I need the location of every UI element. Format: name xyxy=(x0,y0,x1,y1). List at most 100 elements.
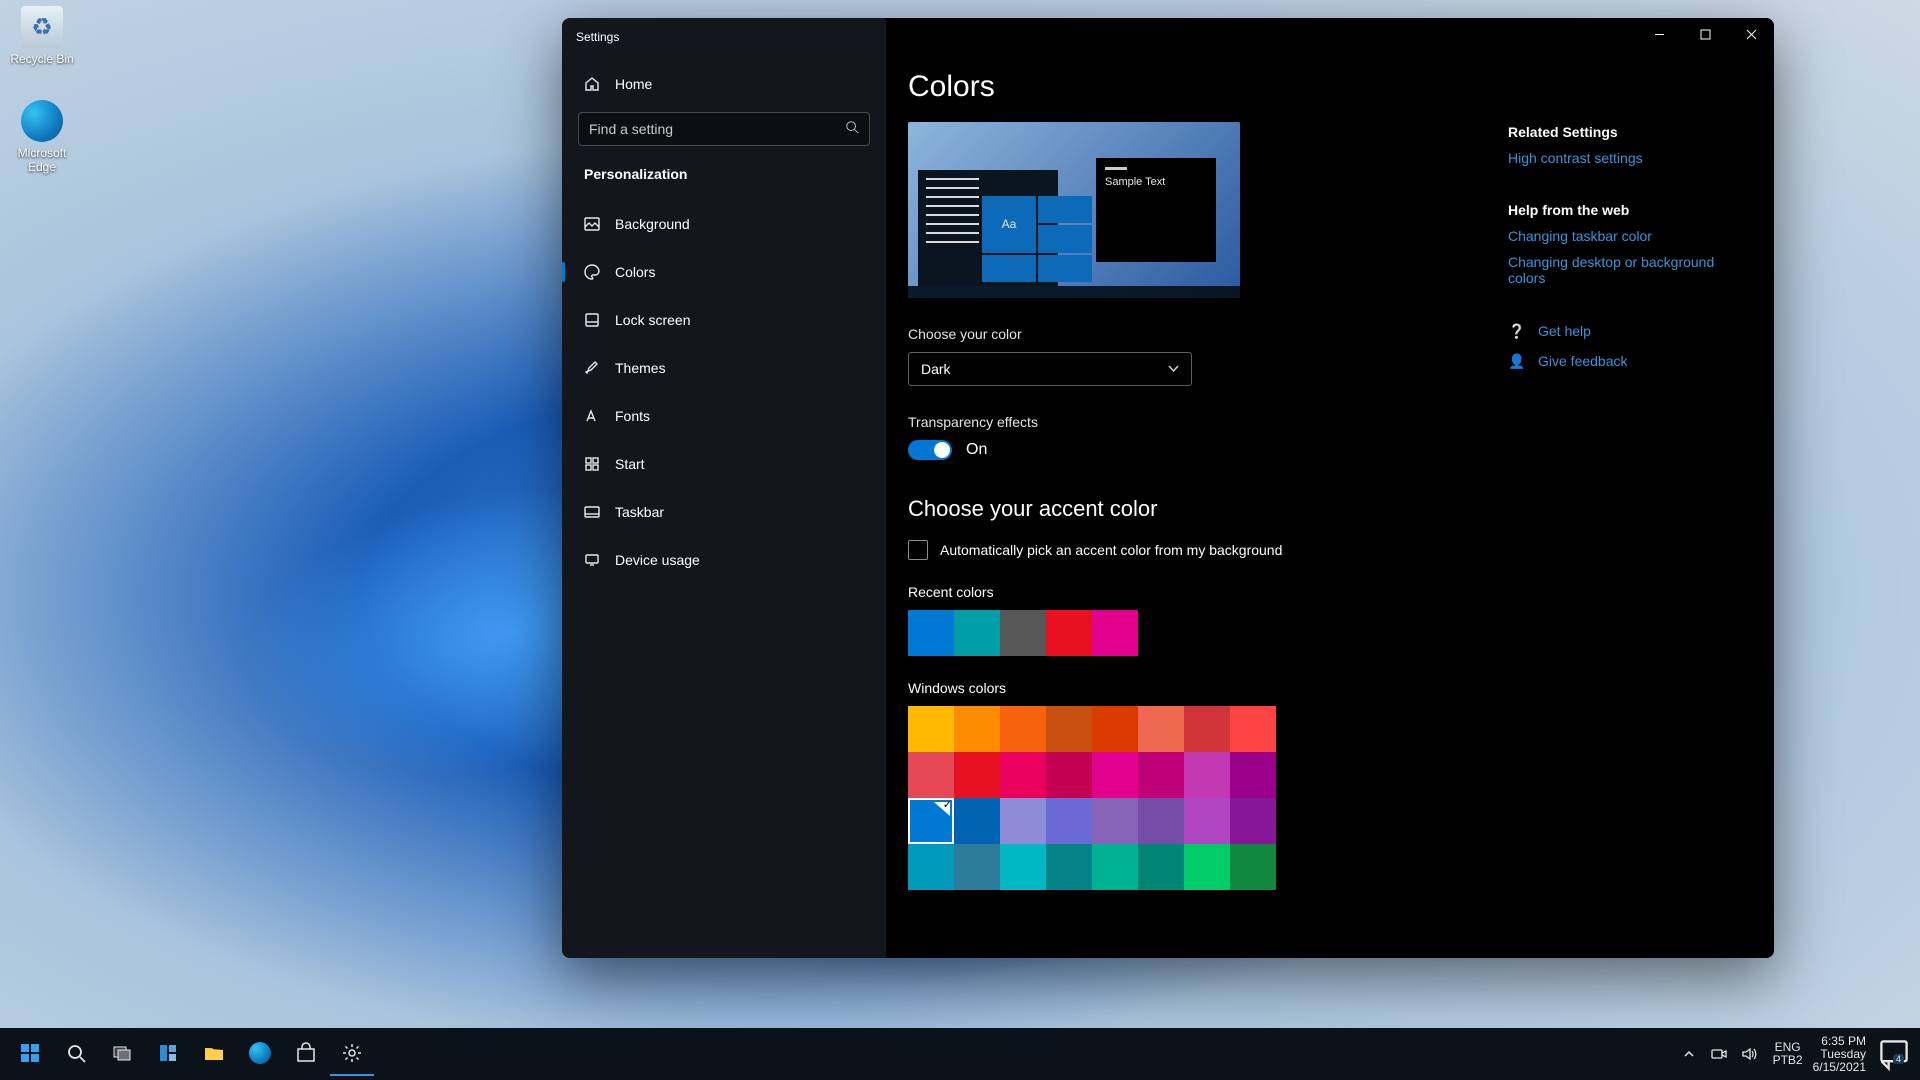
windows-color-swatch[interactable] xyxy=(1092,706,1138,752)
feedback-icon: 👤 xyxy=(1508,352,1526,370)
recent-color-swatch[interactable] xyxy=(1000,610,1046,656)
widgets-button[interactable] xyxy=(146,1032,190,1076)
edge-button[interactable] xyxy=(238,1032,282,1076)
search-icon xyxy=(845,120,859,139)
nav-item-start[interactable]: Start xyxy=(562,440,886,488)
windows-color-swatch[interactable] xyxy=(1000,706,1046,752)
volume-icon[interactable] xyxy=(1741,1046,1757,1062)
task-view-button[interactable] xyxy=(100,1032,144,1076)
device-icon xyxy=(584,552,600,568)
lockscreen-icon xyxy=(584,312,600,328)
nav-item-themes[interactable]: Themes xyxy=(562,344,886,392)
nav-item-taskbar[interactable]: Taskbar xyxy=(562,488,886,536)
system-tray xyxy=(1675,1046,1763,1062)
auto-accent-row: Automatically pick an accent color from … xyxy=(908,540,1468,560)
main-column: Aa Sample Text Choose your color Dark xyxy=(908,122,1468,890)
nav-item-lockscreen[interactable]: Lock screen xyxy=(562,296,886,344)
recent-colors-row xyxy=(908,610,1468,656)
nav-item-fonts[interactable]: Fonts xyxy=(562,392,886,440)
windows-color-swatch[interactable] xyxy=(1046,706,1092,752)
related-settings-heading: Related Settings xyxy=(1508,124,1748,140)
sidebar-section-label: Personalization xyxy=(562,156,886,192)
nav-label: Background xyxy=(615,216,690,232)
recent-color-swatch[interactable] xyxy=(1046,610,1092,656)
windows-color-swatch[interactable] xyxy=(1000,844,1046,890)
search-input[interactable] xyxy=(589,121,837,137)
preview-tile-aa: Aa xyxy=(982,196,1036,253)
clock[interactable]: 6:35 PM Tuesday 6/15/2021 xyxy=(1813,1035,1866,1074)
store-button[interactable] xyxy=(284,1032,328,1076)
windows-color-swatch[interactable] xyxy=(954,798,1000,844)
home-icon xyxy=(584,76,600,92)
dropdown-value: Dark xyxy=(921,361,951,377)
windows-color-swatch[interactable] xyxy=(1000,798,1046,844)
search-button[interactable] xyxy=(54,1032,98,1076)
side-column: Related Settings High contrast settings … xyxy=(1508,122,1774,890)
windows-color-swatch[interactable] xyxy=(1138,752,1184,798)
windows-color-swatch[interactable] xyxy=(954,752,1000,798)
search-box[interactable] xyxy=(578,112,870,146)
windows-color-swatch[interactable] xyxy=(908,706,954,752)
windows-color-swatch[interactable] xyxy=(1230,798,1276,844)
auto-accent-checkbox[interactable] xyxy=(908,540,928,560)
clock-date: 6/15/2021 xyxy=(1813,1061,1866,1074)
desktop-icon-label: Microsoft Edge xyxy=(4,146,80,174)
windows-color-swatch[interactable] xyxy=(1046,752,1092,798)
meet-now-icon[interactable] xyxy=(1711,1046,1727,1062)
windows-color-swatch[interactable] xyxy=(1138,798,1184,844)
palette-icon xyxy=(584,264,600,280)
windows-color-swatch[interactable] xyxy=(1138,844,1184,890)
desktop-icon-recycle-bin[interactable]: Recycle Bin xyxy=(4,6,80,66)
windows-colors-grid xyxy=(908,706,1276,890)
windows-color-swatch[interactable] xyxy=(1046,798,1092,844)
windows-color-swatch[interactable] xyxy=(1184,798,1230,844)
file-explorer-button[interactable] xyxy=(192,1032,236,1076)
windows-color-swatch[interactable] xyxy=(1184,706,1230,752)
link-taskbar-color[interactable]: Changing taskbar color xyxy=(1508,228,1748,244)
nav-item-colors[interactable]: Colors xyxy=(562,248,886,296)
language-indicator[interactable]: ENG PTB2 xyxy=(1773,1041,1803,1067)
windows-color-swatch[interactable] xyxy=(908,798,954,844)
choose-color-dropdown[interactable]: Dark xyxy=(908,352,1192,386)
nav-item-background[interactable]: Background xyxy=(562,200,886,248)
recent-color-swatch[interactable] xyxy=(954,610,1000,656)
tray-overflow-icon[interactable] xyxy=(1681,1046,1697,1062)
nav-home[interactable]: Home xyxy=(562,60,886,108)
transparency-toggle[interactable] xyxy=(908,440,952,460)
link-give-feedback[interactable]: Give feedback xyxy=(1538,353,1628,369)
windows-color-swatch[interactable] xyxy=(908,844,954,890)
accent-color-heading: Choose your accent color xyxy=(908,496,1468,522)
windows-color-swatch[interactable] xyxy=(1138,706,1184,752)
link-get-help[interactable]: Get help xyxy=(1538,323,1591,339)
recent-color-swatch[interactable] xyxy=(908,610,954,656)
windows-color-swatch[interactable] xyxy=(1092,752,1138,798)
nav-item-device-usage[interactable]: Device usage xyxy=(562,536,886,584)
brush-icon xyxy=(584,360,600,376)
windows-color-swatch[interactable] xyxy=(1230,706,1276,752)
windows-color-swatch[interactable] xyxy=(1092,844,1138,890)
taskbar-icon xyxy=(584,504,600,520)
recent-colors-label: Recent colors xyxy=(908,584,1468,600)
windows-color-swatch[interactable] xyxy=(1000,752,1046,798)
notifications-button[interactable]: 4 xyxy=(1876,1036,1912,1072)
windows-color-swatch[interactable] xyxy=(954,706,1000,752)
windows-color-swatch[interactable] xyxy=(1184,752,1230,798)
desktop-icon-edge[interactable]: Microsoft Edge xyxy=(4,100,80,174)
windows-color-swatch[interactable] xyxy=(1046,844,1092,890)
windows-color-swatch[interactable] xyxy=(954,844,1000,890)
nav-label: Home xyxy=(615,76,652,92)
windows-color-swatch[interactable] xyxy=(1184,844,1230,890)
taskbar: ENG PTB2 6:35 PM Tuesday 6/15/2021 4 xyxy=(0,1028,1920,1080)
help-icon: ❔ xyxy=(1508,322,1526,340)
windows-color-swatch[interactable] xyxy=(908,752,954,798)
settings-button[interactable] xyxy=(330,1032,374,1076)
link-high-contrast[interactable]: High contrast settings xyxy=(1508,150,1748,166)
auto-accent-label: Automatically pick an accent color from … xyxy=(940,542,1282,558)
link-desktop-colors[interactable]: Changing desktop or background colors xyxy=(1508,254,1748,286)
theme-preview: Aa Sample Text xyxy=(908,122,1240,298)
windows-color-swatch[interactable] xyxy=(1092,798,1138,844)
recent-color-swatch[interactable] xyxy=(1092,610,1138,656)
windows-color-swatch[interactable] xyxy=(1230,844,1276,890)
windows-color-swatch[interactable] xyxy=(1230,752,1276,798)
start-button[interactable] xyxy=(8,1032,52,1076)
